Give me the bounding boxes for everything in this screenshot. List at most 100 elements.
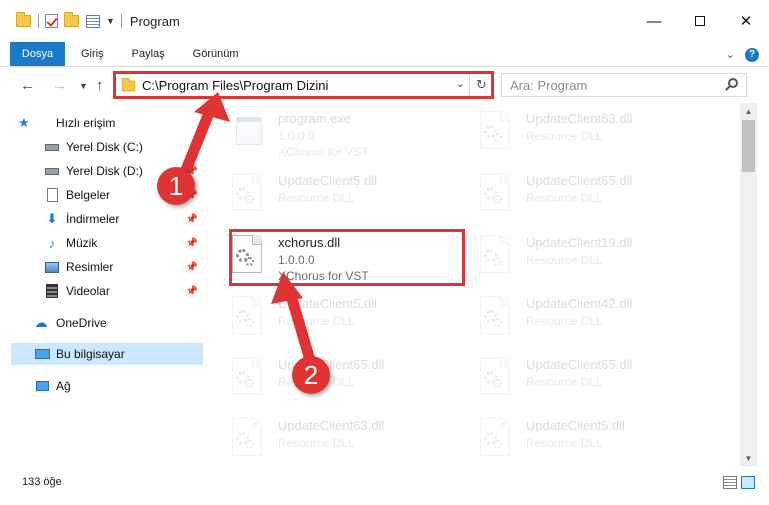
videos-icon: [44, 283, 60, 299]
file-description: Resource DLL: [278, 436, 355, 450]
back-arrow-icon[interactable]: ←: [20, 77, 35, 94]
ribbon-tabs: Dosya Giriş Paylaş Görünüm ⌄ ?: [0, 42, 769, 67]
up-arrow-icon[interactable]: ↑: [96, 77, 104, 94]
dll-icon: [476, 296, 512, 336]
dll-icon: [228, 173, 264, 213]
file-item-xchorus[interactable]: xchorus.dll 1.0.0.0 XChorus for VST: [206, 227, 438, 283]
dll-icon: [476, 235, 512, 275]
scroll-up-icon[interactable]: ▲: [740, 103, 757, 120]
sidebar-item-quick-access[interactable]: ★ Hızlı erişim: [0, 112, 204, 134]
drive-icon: [44, 163, 60, 179]
close-icon: ✕: [739, 13, 753, 30]
tab-home[interactable]: Giriş: [65, 42, 118, 66]
file-item[interactable]: program.exe 1.0.0.0 XChorus for VST: [206, 103, 438, 159]
sidebar-item-label: Müzik: [66, 236, 98, 250]
forward-arrow-icon[interactable]: →: [52, 77, 67, 94]
customize-icon[interactable]: [86, 14, 100, 28]
expand-ribbon-icon[interactable]: ⌄: [726, 48, 735, 61]
sidebar-item-drive-c[interactable]: Yerel Disk (C:): [0, 136, 204, 158]
address-path[interactable]: C:\Program Files\Program Dizini: [142, 78, 328, 93]
pin-icon[interactable]: 📌: [186, 214, 198, 225]
drive-icon: [44, 139, 60, 155]
callout-1: 1: [157, 167, 195, 205]
tiles-view-icon[interactable]: [741, 476, 755, 489]
refresh-icon[interactable]: ↻: [469, 74, 493, 96]
scrollbar-thumb[interactable]: [742, 120, 755, 172]
scroll-down-icon[interactable]: ▼: [740, 450, 757, 467]
file-version: 1.0.0.0: [278, 129, 315, 143]
file-name: UpdateClient65.dll: [526, 173, 633, 188]
tab-file[interactable]: Dosya: [10, 42, 65, 66]
file-name: UpdateClient5.dll: [526, 418, 626, 433]
file-item[interactable]: UpdateClient65.dll Resource DLL: [454, 349, 686, 405]
file-name: UpdateClient65.dll: [526, 357, 633, 372]
pictures-icon: [44, 259, 60, 275]
item-count: 133 öğe: [22, 476, 62, 488]
vertical-scrollbar[interactable]: ▲ ▼: [740, 103, 757, 467]
chevron-down-icon[interactable]: ▼: [106, 16, 115, 26]
file-name: xchorus.dll: [278, 235, 341, 250]
recent-locations-chevron-icon[interactable]: ▼: [79, 81, 88, 91]
chevron-down-icon[interactable]: ⌄: [456, 77, 465, 90]
file-item[interactable]: UpdateClient42.dll Resource DLL: [454, 288, 686, 344]
sidebar-item-network[interactable]: Ağ: [0, 375, 204, 397]
sidebar-item-onedrive[interactable]: ☁ OneDrive: [0, 312, 204, 334]
file-item[interactable]: UpdateClient5.dll Resource DLL: [454, 410, 686, 466]
dll-icon: [476, 418, 512, 458]
file-item[interactable]: UpdateClient5.dll Resource DLL: [206, 165, 438, 221]
file-item[interactable]: UpdateClient5.dll Resource DLL: [206, 288, 438, 344]
minimize-button[interactable]: —: [631, 0, 677, 42]
file-description: XChorus for VST: [278, 145, 369, 159]
dll-icon: [476, 173, 512, 213]
search-input[interactable]: [502, 74, 712, 96]
file-description: Resource DLL: [526, 314, 603, 328]
sidebar-item-label: İndirmeler: [66, 212, 120, 226]
search-box[interactable]: [501, 73, 747, 97]
sidebar-item-label: Resimler: [66, 260, 114, 274]
dll-icon: [228, 296, 264, 336]
search-icon[interactable]: [728, 78, 738, 88]
quick-access-toolbar: ▼: [0, 0, 122, 42]
sidebar-item-pictures[interactable]: Resimler 📌: [0, 256, 204, 278]
computer-icon: [34, 346, 50, 362]
file-item[interactable]: UpdateClient63.dll Resource DLL: [454, 103, 686, 159]
sidebar-item-music[interactable]: ♪ Müzik 📌: [0, 232, 204, 254]
properties-check-icon[interactable]: [45, 14, 58, 28]
file-description: Resource DLL: [526, 191, 603, 205]
address-row: ← → ▼ ↑ C:\Program Files\Program Dizini …: [0, 67, 769, 103]
maximize-button[interactable]: [677, 0, 723, 42]
close-button[interactable]: ✕: [723, 0, 769, 42]
tab-share[interactable]: Paylaş: [118, 42, 179, 66]
file-version: 1.0.0.0: [278, 253, 315, 267]
file-item[interactable]: UpdateClient63.dll Resource DLL: [206, 410, 438, 466]
file-description: Resource DLL: [526, 129, 603, 143]
pin-icon[interactable]: 📌: [186, 262, 198, 273]
file-item[interactable]: UpdateClient65.dll Resource DLL: [454, 165, 686, 221]
address-bar[interactable]: C:\Program Files\Program Dizini ⌄ ↻: [114, 73, 494, 97]
file-description: Resource DLL: [526, 436, 603, 450]
sidebar-item-this-pc[interactable]: Bu bilgisayar: [11, 343, 203, 365]
pin-icon[interactable]: 📌: [186, 286, 198, 297]
help-icon[interactable]: ?: [745, 47, 759, 62]
file-name: UpdateClient63.dll: [526, 111, 633, 126]
file-item[interactable]: UpdateClient19.dll Resource DLL: [454, 227, 686, 283]
pin-icon[interactable]: 📌: [186, 238, 198, 249]
dll-icon: [228, 235, 264, 275]
sidebar-item-videos[interactable]: Videolar 📌: [0, 280, 204, 302]
toolbar-divider: [38, 14, 39, 28]
music-icon: ♪: [48, 235, 56, 251]
sidebar-item-label: Hızlı erişim: [56, 116, 116, 130]
details-view-icon[interactable]: [723, 476, 737, 489]
navigation-pane: ★ Hızlı erişim Yerel Disk (C:) Yerel Dis…: [0, 103, 206, 467]
sidebar-item-label: OneDrive: [56, 316, 107, 330]
sidebar-item-downloads[interactable]: ⬇ İndirmeler 📌: [0, 208, 204, 230]
dll-icon: [228, 418, 264, 458]
sidebar-item-label: Belgeler: [66, 188, 111, 202]
dll-icon: [228, 357, 264, 397]
file-description: Resource DLL: [526, 375, 603, 389]
tab-view[interactable]: Görünüm: [179, 42, 253, 66]
documents-icon: [44, 187, 60, 203]
new-folder-icon[interactable]: [64, 12, 80, 29]
file-name: UpdateClient63.dll: [278, 418, 385, 433]
star-icon: ★: [18, 115, 30, 130]
